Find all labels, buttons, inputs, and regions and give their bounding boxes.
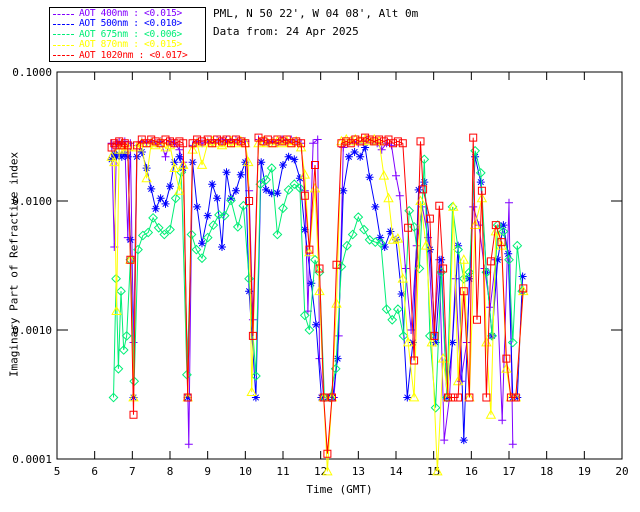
legend-line-sample	[53, 44, 74, 46]
x-tick-label: 19	[578, 465, 591, 478]
chart-plot-area: 5 6 7 8 9 10 11 12 13 14 15 16 17 18 19 200.10000.01000…	[12, 66, 628, 478]
legend-line-sample	[53, 24, 74, 26]
x-tick-label: 13	[352, 465, 365, 478]
legend-box: AOT 400nm : <0.015> AOT 500nm : <0.010> AO…	[49, 7, 206, 62]
x-tick-label: 20	[615, 465, 628, 478]
x-tick-label: 5	[54, 465, 61, 478]
y-axis-title: Imaginary Part of Refractive index	[7, 151, 21, 378]
legend-item-4: AOT 1020nm : <0.017>	[53, 49, 205, 61]
x-tick-label: 9	[204, 465, 211, 478]
legend-item-label: AOT 1020nm : <0.017>	[79, 49, 188, 61]
legend-line-sample	[53, 34, 74, 36]
legend-line-sample	[53, 55, 74, 57]
legend-line-sample	[53, 13, 74, 15]
x-tick-label: 8	[167, 465, 174, 478]
x-tick-label: 14	[389, 465, 403, 478]
x-tick-label: 18	[540, 465, 553, 478]
plot-page: 5 6 7 8 9 10 11 12 13 14 15 16 17 18 19 20 0.1000 0.0100 0…	[0, 0, 640, 512]
data-date: Data from: 24 Apr 2025	[213, 25, 359, 38]
legend-item-3: AOT 870nm : <0.015>	[53, 39, 205, 50]
header-text: PML, N 50 22', W 04 08', Alt 0m Data fro…	[213, 5, 418, 41]
x-tick-label: 6	[91, 465, 98, 478]
station-info: PML, N 50 22', W 04 08', Alt 0m	[213, 7, 419, 20]
x-tick-label: 15	[427, 465, 440, 478]
x-tick-label: 17	[502, 465, 515, 478]
x-tick-label: 7	[129, 465, 136, 478]
x-tick-label: 11	[276, 465, 289, 478]
x-tick-label: 10	[239, 465, 252, 478]
x-axis-title: Time (GMT)	[306, 483, 373, 496]
x-tick-label: 16	[465, 465, 478, 478]
